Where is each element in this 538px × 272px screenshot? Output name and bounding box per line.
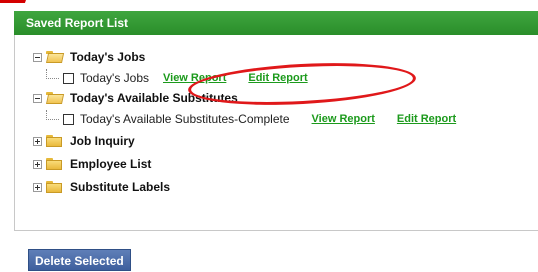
folder-label: Job Inquiry (70, 134, 135, 148)
delete-selected-button[interactable]: Delete Selected (28, 249, 131, 271)
panel-header: Saved Report List (14, 11, 538, 35)
folder-closed-icon (46, 158, 62, 170)
collapse-toggle-icon[interactable] (33, 52, 42, 62)
saved-report-tree: Today's Jobs Today's Jobs View Report Ed… (14, 35, 538, 231)
folder-open-icon (46, 51, 62, 63)
view-report-link[interactable]: View Report (312, 113, 375, 125)
report-label: Today's Available Substitutes-Complete (80, 112, 290, 126)
tree-connector (46, 69, 59, 79)
tree-folder-job-inquiry[interactable]: Job Inquiry (33, 132, 135, 150)
tree-folder-employee-list[interactable]: Employee List (33, 155, 151, 173)
folder-label: Substitute Labels (70, 180, 171, 194)
expand-toggle-icon[interactable] (33, 136, 42, 146)
folder-label: Employee List (70, 157, 152, 171)
tree-item-todays-available-substitutes-complete: Today's Available Substitutes-Complete V… (46, 110, 456, 128)
report-checkbox[interactable] (63, 113, 74, 125)
folder-closed-icon (46, 181, 62, 193)
panel-title: Saved Report List (26, 16, 129, 30)
report-checkbox[interactable] (63, 72, 74, 84)
tree-folder-todays-jobs[interactable]: Today's Jobs (33, 48, 145, 66)
folder-label: Today's Jobs (70, 50, 146, 64)
edit-report-link[interactable]: Edit Report (397, 113, 456, 125)
collapse-toggle-icon[interactable] (33, 93, 42, 103)
folder-open-icon (46, 92, 62, 104)
tree-folder-substitute-labels[interactable]: Substitute Labels (33, 178, 170, 196)
tree-connector (46, 110, 59, 120)
expand-toggle-icon[interactable] (33, 182, 42, 192)
report-label: Today's Jobs (80, 71, 149, 85)
folder-closed-icon (46, 135, 62, 147)
expand-toggle-icon[interactable] (33, 159, 42, 169)
